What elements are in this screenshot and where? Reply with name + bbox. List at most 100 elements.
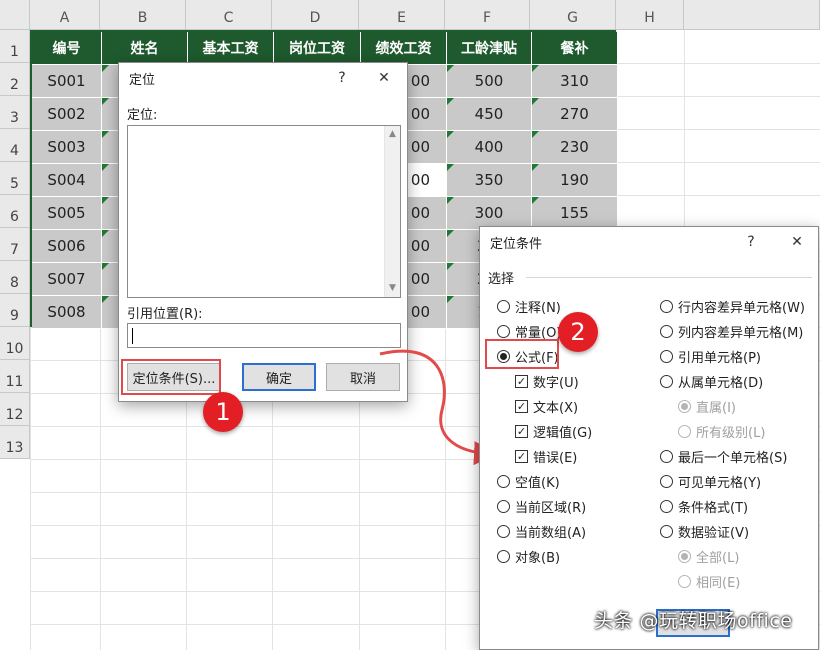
radio-icon[interactable] bbox=[497, 474, 510, 488]
radio-option[interactable]: 从属单元格(D) bbox=[660, 372, 763, 391]
option-label: 条件格式(T) bbox=[678, 500, 749, 516]
column-header-h[interactable]: H bbox=[616, 0, 684, 30]
radio-icon[interactable] bbox=[660, 299, 673, 313]
table-cell[interactable]: 270 bbox=[532, 98, 618, 131]
table-cell[interactable]: S007 bbox=[32, 263, 102, 296]
row-header-13[interactable]: 13 bbox=[0, 426, 30, 459]
checkbox-icon[interactable]: ✓ bbox=[515, 449, 528, 463]
table-header-cell[interactable]: 岗位工资 bbox=[274, 32, 361, 65]
radio-icon[interactable] bbox=[660, 474, 673, 488]
table-cell[interactable]: 190 bbox=[532, 164, 618, 197]
radio-option[interactable]: 条件格式(T) bbox=[660, 497, 749, 516]
row-header-9[interactable]: 9 bbox=[0, 294, 30, 327]
table-cell[interactable]: 450 bbox=[447, 98, 532, 131]
radio-option[interactable]: 空值(K) bbox=[497, 472, 560, 491]
listbox-scrollbar[interactable]: ▲ ▼ bbox=[384, 126, 400, 297]
radio-icon[interactable] bbox=[497, 499, 510, 513]
table-cell[interactable]: S005 bbox=[32, 197, 102, 230]
table-cell[interactable]: 310 bbox=[532, 65, 618, 98]
radio-icon[interactable] bbox=[660, 524, 673, 538]
table-header-cell[interactable]: 绩效工资 bbox=[361, 32, 447, 65]
radio-option[interactable]: 引用单元格(P) bbox=[660, 347, 761, 366]
radio-icon[interactable] bbox=[660, 374, 673, 388]
table-cell[interactable]: S008 bbox=[32, 296, 102, 329]
radio-icon[interactable] bbox=[497, 324, 510, 338]
table-header-cell[interactable]: 工龄津贴 bbox=[447, 32, 532, 65]
scroll-up-icon[interactable]: ▲ bbox=[388, 130, 397, 139]
radio-option[interactable]: 数据验证(V) bbox=[660, 522, 749, 541]
radio-option[interactable]: 最后一个单元格(S) bbox=[660, 447, 787, 466]
radio-option[interactable]: 当前区域(R) bbox=[497, 497, 586, 516]
radio-icon[interactable] bbox=[497, 299, 510, 313]
formula-error-indicator bbox=[102, 164, 109, 171]
row-header-12[interactable]: 12 bbox=[0, 393, 30, 426]
row-header-1[interactable]: 1 bbox=[0, 30, 30, 63]
formula-error-indicator bbox=[102, 131, 109, 138]
table-cell[interactable]: 230 bbox=[532, 131, 618, 164]
scroll-down-icon[interactable]: ▼ bbox=[388, 284, 397, 293]
table-cell[interactable]: 400 bbox=[447, 131, 532, 164]
row-header-5[interactable]: 5 bbox=[0, 162, 30, 195]
column-header-a[interactable]: A bbox=[30, 0, 100, 30]
radio-icon[interactable] bbox=[660, 449, 673, 463]
table-cell[interactable]: S006 bbox=[32, 230, 102, 263]
radio-option: 所有级别(L) bbox=[678, 422, 765, 441]
column-header-g[interactable]: G bbox=[530, 0, 616, 30]
table-cell[interactable]: S003 bbox=[32, 131, 102, 164]
row-header-8[interactable]: 8 bbox=[0, 261, 30, 294]
radio-option[interactable]: 列内容差异单元格(M) bbox=[660, 322, 803, 341]
radio-option[interactable]: 常量(O) bbox=[497, 322, 561, 341]
checkbox-icon[interactable]: ✓ bbox=[515, 399, 528, 413]
table-header-cell[interactable]: 餐补 bbox=[532, 32, 618, 65]
radio-option[interactable]: 行内容差异单元格(W) bbox=[660, 297, 805, 316]
checkbox-option[interactable]: ✓ 文本(X) bbox=[515, 397, 578, 416]
checkbox-option[interactable]: ✓ 错误(E) bbox=[515, 447, 577, 466]
cell-value: 310 bbox=[560, 72, 589, 90]
close-icon[interactable]: ✕ bbox=[784, 231, 810, 253]
column-header-f[interactable]: F bbox=[445, 0, 530, 30]
checkbox-option[interactable]: ✓ 数字(U) bbox=[515, 372, 579, 391]
column-header-e[interactable]: E bbox=[359, 0, 445, 30]
row-header-2[interactable]: 2 bbox=[0, 63, 30, 96]
help-button[interactable] bbox=[447, 67, 473, 89]
radio-icon[interactable] bbox=[660, 349, 673, 363]
row-header-10[interactable]: 10 bbox=[0, 327, 30, 360]
row-header-7[interactable]: 7 bbox=[0, 228, 30, 261]
checkbox-option[interactable]: ✓ 逻辑值(G) bbox=[515, 422, 592, 441]
radio-icon[interactable] bbox=[660, 324, 673, 338]
option-label: 行内容差异单元格(W) bbox=[678, 300, 805, 316]
row-header-3[interactable]: 3 bbox=[0, 96, 30, 129]
goto-listbox[interactable]: ▲ ▼ bbox=[127, 125, 401, 298]
table-cell[interactable]: 350 bbox=[447, 164, 532, 197]
table-cell[interactable]: S001 bbox=[32, 65, 102, 98]
table-cell[interactable]: S002 bbox=[32, 98, 102, 131]
checkbox-icon[interactable]: ✓ bbox=[515, 374, 528, 388]
table-cell[interactable]: S004 bbox=[32, 164, 102, 197]
table-header-cell[interactable]: 编号 bbox=[32, 32, 102, 65]
table-header-cell[interactable]: 基本工资 bbox=[188, 32, 274, 65]
radio-option: 直属(I) bbox=[678, 397, 736, 416]
radio-option[interactable]: 注释(N) bbox=[497, 297, 561, 316]
radio-option[interactable]: 可见单元格(Y) bbox=[660, 472, 761, 491]
row-header-11[interactable]: 11 bbox=[0, 360, 30, 393]
formula-error-indicator bbox=[532, 197, 539, 204]
radio-icon[interactable] bbox=[497, 524, 510, 538]
row-header-6[interactable]: 6 bbox=[0, 195, 30, 228]
help-icon[interactable]: ? bbox=[329, 67, 355, 89]
table-header-cell[interactable]: 姓名 bbox=[102, 32, 188, 65]
radio-icon[interactable] bbox=[660, 499, 673, 513]
row-header-4[interactable]: 4 bbox=[0, 129, 30, 162]
select-all-corner[interactable] bbox=[0, 0, 30, 30]
checkbox-icon[interactable]: ✓ bbox=[515, 424, 528, 438]
column-header-d[interactable]: D bbox=[272, 0, 359, 30]
radio-icon[interactable] bbox=[497, 549, 510, 563]
radio-option[interactable]: 当前数组(A) bbox=[497, 522, 587, 541]
ok-button[interactable]: 确定 bbox=[242, 363, 316, 391]
close-icon[interactable]: ✕ bbox=[371, 67, 397, 89]
radio-option[interactable]: 对象(B) bbox=[497, 547, 560, 566]
option-label: 当前数组(A) bbox=[515, 525, 587, 541]
column-header-b[interactable]: B bbox=[100, 0, 186, 30]
help-icon[interactable]: ? bbox=[738, 231, 764, 253]
reference-input[interactable] bbox=[127, 323, 401, 348]
column-header-c[interactable]: C bbox=[186, 0, 272, 30]
